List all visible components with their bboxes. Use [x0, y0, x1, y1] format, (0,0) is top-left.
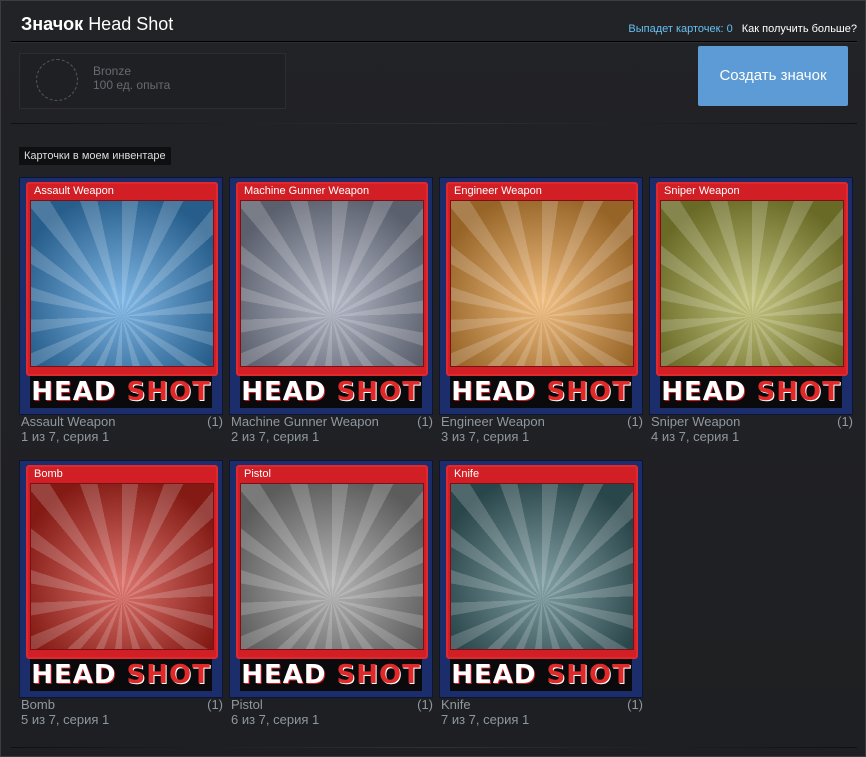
card-series: 1 из 7, серия 1	[21, 429, 110, 444]
card-artwork	[30, 483, 214, 650]
card-artwork	[660, 200, 844, 367]
card-caption: Bomb (1) 5 из 7, серия 1	[21, 697, 223, 727]
card-artwork	[30, 200, 214, 367]
trading-card[interactable]: Bomb HEAD SHOT	[19, 460, 223, 698]
card-count: (1)	[417, 414, 433, 429]
card-caption-name: Bomb	[21, 697, 55, 712]
page-title-bold: Значок	[21, 14, 84, 34]
head-shot-logo: HEAD SHOT	[450, 376, 632, 408]
trading-card[interactable]: Machine Gunner Weapon HEAD SHOT	[229, 177, 433, 415]
card-caption: Machine Gunner Weapon (1) 2 из 7, серия 1	[231, 414, 433, 444]
head-shot-logo: HEAD SHOT	[450, 659, 632, 691]
card-caption-name: Pistol	[231, 697, 263, 712]
card-series: 6 из 7, серия 1	[231, 712, 320, 727]
card-artwork	[240, 200, 424, 367]
head-shot-logo: HEAD SHOT	[30, 659, 212, 691]
head-shot-logo: HEAD SHOT	[240, 659, 422, 691]
logo-head: HEAD	[31, 377, 117, 407]
badge-level-box: Bronze 100 ед. опыта	[19, 53, 286, 109]
card-caption: Sniper Weapon (1) 4 из 7, серия 1	[651, 414, 853, 444]
card-series: 3 из 7, серия 1	[441, 429, 530, 444]
card-caption-name: Engineer Weapon	[441, 414, 545, 429]
trading-card[interactable]: Assault Weapon HEAD SHOT	[19, 177, 223, 415]
logo-shot: SHOT	[336, 660, 421, 690]
logo-shot: SHOT	[126, 660, 211, 690]
card-caption: Knife (1) 7 из 7, серия 1	[441, 697, 643, 727]
logo-head: HEAD	[241, 660, 327, 690]
logo-head: HEAD	[31, 660, 117, 690]
how-to-get-more-link[interactable]: Как получить больше?	[742, 23, 857, 35]
card-title: Pistol	[244, 468, 271, 480]
trading-card[interactable]: Engineer Weapon HEAD SHOT	[439, 177, 643, 415]
card-title: Engineer Weapon	[454, 185, 542, 197]
card-artwork	[450, 200, 634, 367]
logo-head: HEAD	[451, 660, 537, 690]
card-caption: Engineer Weapon (1) 3 из 7, серия 1	[441, 414, 643, 444]
divider	[11, 123, 857, 124]
card-count: (1)	[207, 697, 223, 712]
section-label: Карточки в моем инвентаре	[19, 147, 171, 165]
logo-shot: SHOT	[336, 377, 421, 407]
card-caption-name: Assault Weapon	[21, 414, 116, 429]
card-caption-name: Knife	[441, 697, 471, 712]
head-shot-logo: HEAD SHOT	[240, 376, 422, 408]
card-title: Knife	[454, 468, 480, 480]
badge-page: Значок Head Shot Выпадет карточек: 0 Как…	[0, 0, 866, 757]
card-series: 2 из 7, серия 1	[231, 429, 320, 444]
head-shot-logo: HEAD SHOT	[30, 376, 212, 408]
card-artwork	[240, 483, 424, 650]
page-header: Значок Head Shot Выпадет карточек: 0 Как…	[11, 9, 857, 42]
drops-count: 0	[726, 23, 733, 35]
card-count: (1)	[627, 697, 643, 712]
badge-placeholder-icon	[36, 59, 78, 101]
card-count: (1)	[417, 697, 433, 712]
card-caption: Pistol (1) 6 из 7, серия 1	[231, 697, 433, 727]
card-series: 5 из 7, серия 1	[21, 712, 110, 727]
card-caption-name: Sniper Weapon	[651, 414, 741, 429]
trading-card[interactable]: Sniper Weapon HEAD SHOT	[649, 177, 853, 415]
head-shot-logo: HEAD SHOT	[660, 376, 842, 408]
logo-shot: SHOT	[126, 377, 211, 407]
badge-xp: 100 ед. опыта	[93, 78, 171, 92]
trading-card[interactable]: Pistol HEAD SHOT	[229, 460, 433, 698]
craft-badge-button[interactable]: Создать значок	[698, 46, 848, 106]
card-title: Sniper Weapon	[664, 185, 740, 197]
logo-shot: SHOT	[546, 660, 631, 690]
card-series: 4 из 7, серия 1	[651, 429, 740, 444]
card-count: (1)	[837, 414, 853, 429]
page-title: Значок Head Shot	[21, 14, 173, 35]
logo-head: HEAD	[661, 377, 747, 407]
card-count: (1)	[627, 414, 643, 429]
card-artwork	[450, 483, 634, 650]
card-title: Assault Weapon	[34, 185, 114, 197]
drops-label: Выпадет карточек:	[628, 23, 724, 35]
card-title: Machine Gunner Weapon	[244, 185, 370, 197]
page-title-badge-name: Head Shot	[88, 14, 174, 34]
divider-bottom	[11, 747, 857, 748]
logo-head: HEAD	[241, 377, 327, 407]
badge-level-name: Bronze	[93, 64, 132, 78]
card-caption: Assault Weapon (1) 1 из 7, серия 1	[21, 414, 223, 444]
logo-shot: SHOT	[546, 377, 631, 407]
card-series: 7 из 7, серия 1	[441, 712, 530, 727]
card-title: Bomb	[34, 468, 63, 480]
card-count: (1)	[207, 414, 223, 429]
logo-head: HEAD	[451, 377, 537, 407]
drops-info: Выпадет карточек: 0 Как получить больше?	[628, 23, 857, 35]
logo-shot: SHOT	[756, 377, 841, 407]
card-caption-name: Machine Gunner Weapon	[231, 414, 379, 429]
trading-card[interactable]: Knife HEAD SHOT	[439, 460, 643, 698]
